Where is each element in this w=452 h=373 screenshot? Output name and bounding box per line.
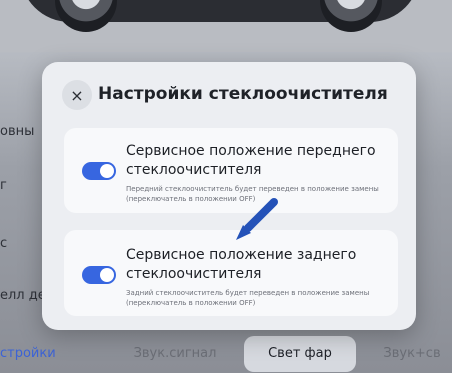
close-icon: × [70,85,84,105]
background-fragment: г [0,178,7,193]
vehicle-image [0,0,452,52]
bottom-tab-bar: Звук.сигнал Свет фар Звук+св [112,330,452,373]
dialog-title: Настройки стеклоочистителя [98,84,388,104]
arrow-pointer-icon [236,198,278,240]
background-fragment: с [0,236,8,251]
close-button[interactable]: × [62,80,92,110]
front-wiper-card: Сервисное положение переднего стеклоочис… [64,128,398,213]
tab-sound-light[interactable]: Звук+св [362,336,452,372]
background-fragment-link[interactable]: стройки [0,346,56,361]
front-wheel [55,0,117,32]
front-wiper-title: Сервисное положение переднего стеклоочис… [126,143,376,178]
rear-wiper-card: Сервисное положение заднего стеклоочисти… [64,230,398,316]
rear-wiper-title: Сервисное положение заднего стеклоочисти… [126,247,357,282]
wiper-settings-dialog: × Настройки стеклоочистителя Сервисное п… [42,62,416,330]
tab-headlights[interactable]: Свет фар [244,336,356,372]
background-fragment: овны [0,124,35,139]
front-wiper-toggle[interactable] [82,162,116,180]
rear-wiper-description: Задний стеклоочиститель будет переведен … [126,289,370,307]
rear-wheel [320,0,382,32]
tab-horn[interactable]: Звук.сигнал [112,336,238,372]
rear-wiper-toggle[interactable] [82,266,116,284]
